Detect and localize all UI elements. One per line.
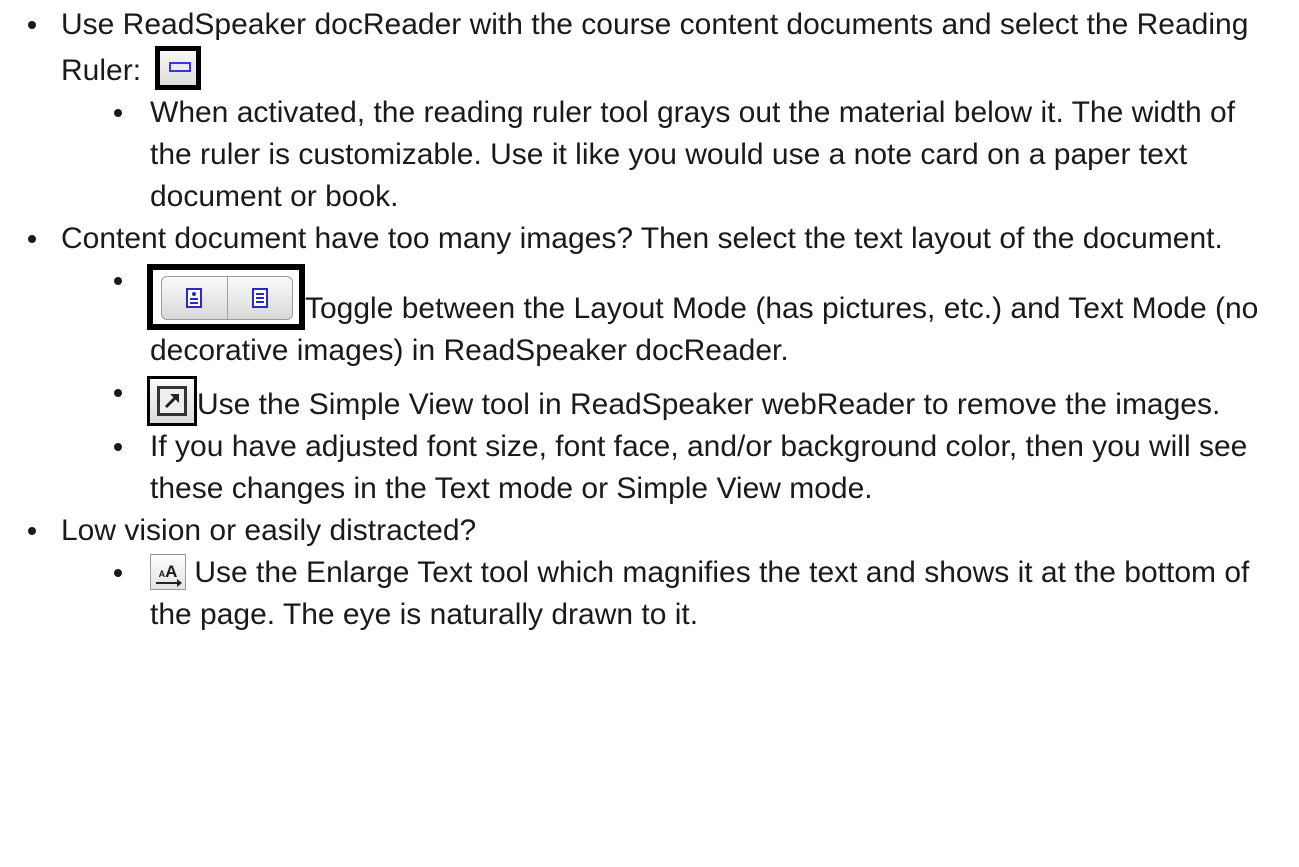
list-item-reading-ruler: Use ReadSpeaker docReader with the cours… bbox=[24, 4, 1279, 218]
enlarge-text-text: Use the Enlarge Text tool which magnifie… bbox=[150, 556, 1250, 631]
list-item-low-vision: Low vision or easily distracted? AA Use … bbox=[24, 510, 1279, 636]
list-item-ruler-description: When activated, the reading ruler tool g… bbox=[61, 92, 1279, 218]
list-item-enlarge-text: AA Use the Enlarge Text tool which magni… bbox=[61, 552, 1279, 636]
text-layout-text: Content document have too many images? T… bbox=[61, 222, 1223, 255]
enlarge-text-icon: AA bbox=[150, 554, 186, 590]
simple-view-text: Use the Simple View tool in ReadSpeaker … bbox=[197, 388, 1221, 421]
ruler-description-text: When activated, the reading ruler tool g… bbox=[150, 96, 1236, 213]
list-item-text-layout: Content document have too many images? T… bbox=[24, 218, 1279, 510]
reading-ruler-text: Use ReadSpeaker docReader with the cours… bbox=[61, 8, 1249, 87]
tips-list: Use ReadSpeaker docReader with the cours… bbox=[24, 4, 1279, 636]
list-item-toggle-mode: Toggle between the Layout Mode (has pict… bbox=[61, 260, 1279, 372]
reading-ruler-icon bbox=[155, 46, 202, 90]
low-vision-sublist: AA Use the Enlarge Text tool which magni… bbox=[61, 552, 1279, 636]
simple-view-icon bbox=[147, 376, 197, 426]
reading-ruler-sublist: When activated, the reading ruler tool g… bbox=[61, 92, 1279, 218]
adjusted-font-text: If you have adjusted font size, font fac… bbox=[150, 430, 1248, 505]
list-item-simple-view: Use the Simple View tool in ReadSpeaker … bbox=[61, 372, 1279, 426]
layout-mode-icon bbox=[162, 277, 227, 319]
toggle-mode-text: Toggle between the Layout Mode (has pict… bbox=[150, 292, 1259, 367]
layout-text-toggle-icon bbox=[147, 264, 305, 330]
text-layout-sublist: Toggle between the Layout Mode (has pict… bbox=[61, 260, 1279, 510]
low-vision-text: Low vision or easily distracted? bbox=[61, 514, 477, 547]
text-mode-icon bbox=[226, 277, 293, 319]
document-page: Use ReadSpeaker docReader with the cours… bbox=[0, 0, 1299, 867]
list-item-adjusted-font: If you have adjusted font size, font fac… bbox=[61, 426, 1279, 510]
